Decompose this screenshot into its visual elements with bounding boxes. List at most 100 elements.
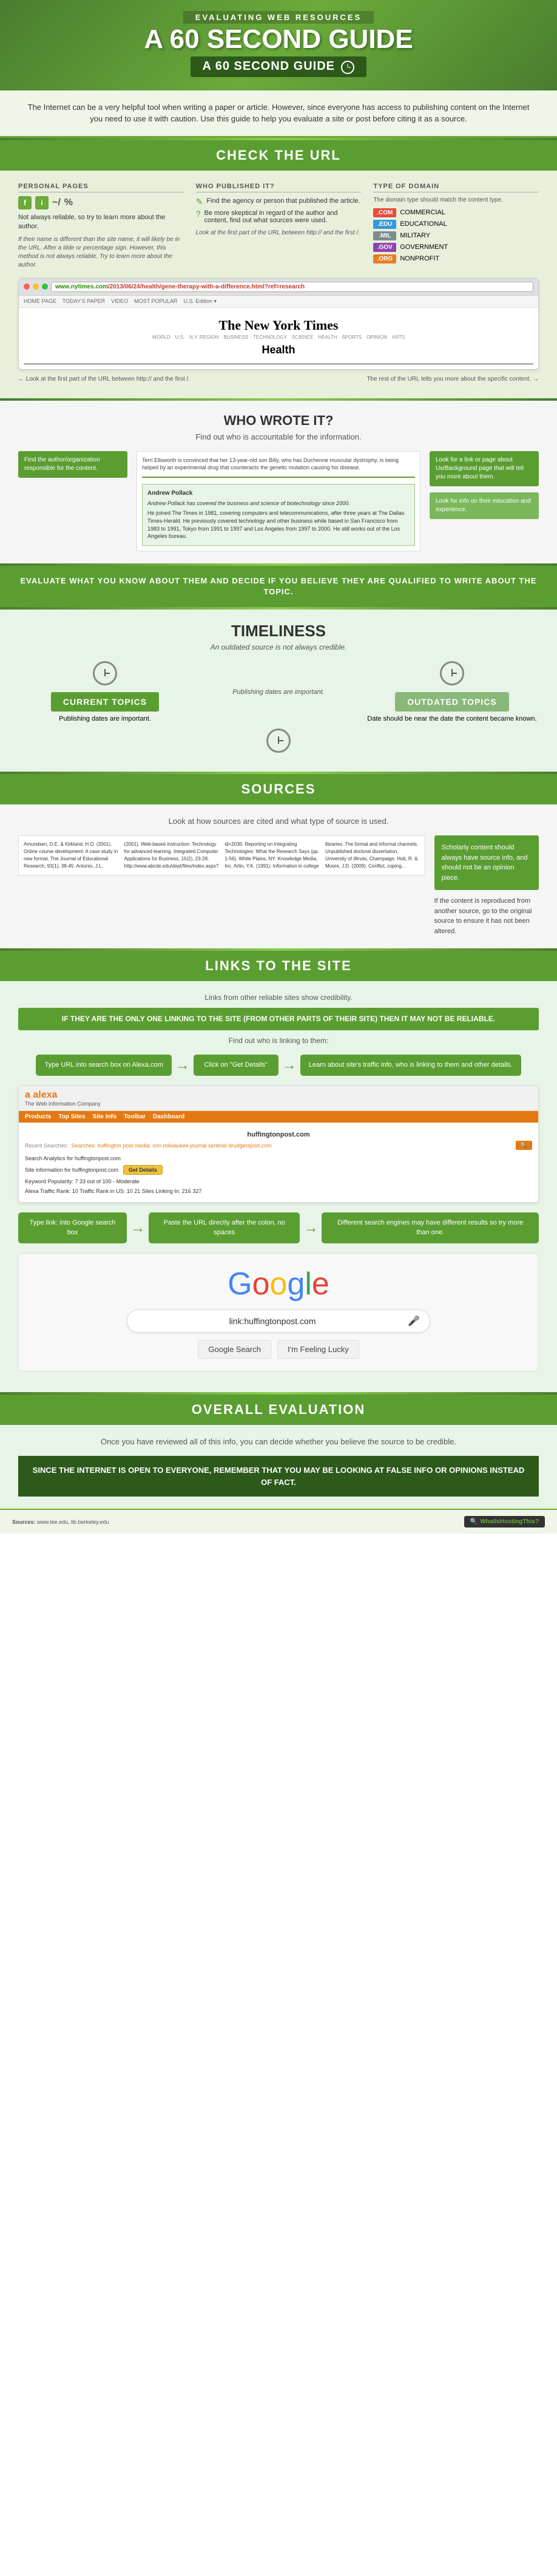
current-topics-note: Publishing dates are important. <box>18 715 192 722</box>
nyt-section: Health <box>29 341 528 359</box>
timeliness-grid: CURRENT TOPICS Publishing dates are impo… <box>18 661 539 722</box>
alexa-search-btn[interactable]: 🔍 <box>516 1141 532 1150</box>
facebook-icon: f <box>18 196 32 209</box>
header-top-label: Evaluating Web Resources <box>183 11 374 24</box>
article-divider <box>142 477 415 478</box>
sources-header: SOURCES <box>0 774 557 804</box>
google-flow: Type link: into Google search box → Past… <box>18 1212 539 1243</box>
header-subtitle-bar: A 60 SECOND GUIDE <box>191 56 367 77</box>
recent-searches-label: Recent Searches: <box>25 1143 69 1149</box>
alexa-traffic-text: Alexa Traffic Rank: 10 Traffic Rank in U… <box>25 1188 201 1194</box>
ref-col-1: Amundsen, D.E. & Kirkland, H.O. (2001). … <box>24 841 420 870</box>
sources-right: Scholarly content should always have sou… <box>434 835 539 936</box>
google-input-row: link:huffingtonpost.com 🎤 <box>127 1310 430 1333</box>
nyt-meta-arts: ARTS <box>392 335 405 340</box>
flow-arrow-3: → <box>130 1220 145 1237</box>
who-pub-item-2: ? Be more skeptical in regard of the aut… <box>196 209 362 224</box>
alexa-flow: Type URL into search box on Alexa.com → … <box>18 1055 539 1076</box>
url-red-part: /2013/06/24/health/gene-therapy-with-a-d… <box>108 284 305 290</box>
check-url-title: CHECK THE URL <box>12 148 545 163</box>
alexa-flow-step-1: Type URL into search box on Alexa.com <box>36 1055 171 1076</box>
overall-warning: SINCE THE INTERNET IS OPEN TO EVERYONE, … <box>18 1456 539 1497</box>
alexa-flow-step-2: Click on "Get Details" <box>194 1055 278 1076</box>
nav-edition: U.S. Edition ▾ <box>183 298 217 305</box>
domain-com: .COM COMMERCIAL <box>373 208 539 217</box>
clock-left <box>93 661 117 685</box>
footer-sources-url: www.lee.edu, lib.berkeley.edu <box>37 1519 109 1525</box>
nyt-header: The New York Times WORLD U.S. N.Y. REGIO… <box>24 313 533 364</box>
header-title: A 60 SECOND GUIDE <box>18 26 539 53</box>
nav-home: HOME PAGE <box>24 298 56 305</box>
nyt-meta-us: U.S. <box>175 335 185 340</box>
alexa-info-row: Site information for huffingtonpost.com … <box>25 1163 532 1177</box>
browser-btn-close <box>24 284 30 290</box>
alexa-nav-dashboard: Dashboard <box>153 1113 184 1120</box>
bullet-icon-1: ✎ <box>196 197 203 206</box>
alexa-nav-topsites: Top Sites <box>58 1113 85 1120</box>
g-letter-o1: o <box>252 1266 270 1302</box>
domain-label-gov: GOVERNMENT <box>400 243 448 251</box>
outdated-topics-badge: OUTDATED TOPICS <box>395 692 509 712</box>
domain-label-mil: MILITARY <box>400 232 430 239</box>
ref-columns: Amundsen, D.E. & Kirkland, H.O. (2001). … <box>24 841 420 870</box>
who-wrote-left: Find the author/organization responsible… <box>18 451 127 484</box>
domain-tag-com: .COM <box>373 208 396 217</box>
google-feeling-lucky-btn[interactable]: I'm Feeling Lucky <box>277 1340 359 1359</box>
percent-sign: % <box>64 197 73 208</box>
personal-pages-title: PERSONAL PAGES <box>18 183 184 192</box>
who-wrote-section: WHO WROTE IT? Find out who is accountabl… <box>0 401 557 563</box>
browser-content: The New York Times WORLD U.S. N.Y. REGIO… <box>19 308 538 369</box>
who-pub-item-1: ✎ Find the agency or person that publish… <box>196 197 362 206</box>
google-search-btn[interactable]: Google Search <box>198 1340 271 1359</box>
domain-tag-edu: .EDU <box>373 220 396 229</box>
timeliness-title: TIMELINESS <box>18 622 539 641</box>
clock-right <box>440 661 464 685</box>
publishing-dates-note: Publishing dates are important. <box>192 688 365 696</box>
alexa-nav-products: Products <box>25 1113 51 1120</box>
who-wrote-grid: Find the author/organization responsible… <box>18 451 539 551</box>
who-published-items: ✎ Find the agency or person that publish… <box>196 197 362 224</box>
g-letter-g2: g <box>287 1266 305 1302</box>
sources-section: Look at how sources are cited and what t… <box>0 804 557 948</box>
alexa-analytics-text: Search Analytics for huffingtonpost.com <box>25 1155 121 1161</box>
alexa-flow-step-3: Learn about site's traffic info, who is … <box>300 1055 521 1076</box>
alexa-mockup: a alexa The Web Information Company Prod… <box>18 1086 539 1203</box>
g-letter-e: e <box>312 1266 329 1302</box>
nav-video: VIDEO <box>111 298 128 305</box>
links-title: LINKS TO THE SITE <box>12 958 545 974</box>
alexa-nav: Products Top Sites Site Info Toolbar Das… <box>19 1111 538 1123</box>
flow-arrow-2: → <box>282 1057 297 1074</box>
alexa-analytics-row: Search Analytics for huffingtonpost.com <box>25 1154 532 1163</box>
timeliness-left: CURRENT TOPICS Publishing dates are impo… <box>18 661 192 722</box>
sources-grid: Amundsen, D.E. & Kirkland, H.O. (2001). … <box>18 835 539 936</box>
overall-subtitle: Once you have reviewed all of this info,… <box>18 1437 539 1446</box>
evaluate-section: EVALUATE WHAT YOU KNOW ABOUT THEM AND DE… <box>0 566 557 607</box>
google-query-text: link:huffingtonpost.com <box>137 1316 408 1326</box>
url-annotation-row: ← Look at the first part of the URL betw… <box>18 376 539 382</box>
who-pub-text-1: Find the agency or person that published… <box>206 197 360 205</box>
alexa-keyword-text: Keyword Popularity: 7 33 out of 100 - Mo… <box>25 1178 140 1184</box>
timeliness-center: Publishing dates are important. <box>192 688 365 696</box>
sources-callout-2: If the content is reproduced from anothe… <box>434 896 539 936</box>
intro-section: The Internet can be a very helpful tool … <box>0 90 557 138</box>
alexa-content: huffingtonpost.com Recent Searches: Sear… <box>19 1123 538 1202</box>
nyt-meta-health: HEALTH <box>319 335 337 340</box>
check-url-grid: PERSONAL PAGES f i ~/ % Not always relia… <box>18 183 539 270</box>
nyt-meta-tech: TECHNOLOGY <box>253 335 287 340</box>
get-details-btn[interactable]: Get Details <box>123 1165 163 1175</box>
author-name: Andrew Pollack <box>147 489 410 498</box>
alexa-traffic-row: Alexa Traffic Rank: 10 Traffic Rank in U… <box>25 1186 532 1196</box>
alexa-searches: Searches: huffington post media: cnn mil… <box>72 1143 272 1149</box>
url-annotation-right: The rest of the URL tells you more about… <box>366 376 539 382</box>
who-wrote-bottom-callout: Look for info on their education and exp… <box>430 492 539 519</box>
sources-left: Amundsen, D.E. & Kirkland, H.O. (2001). … <box>18 835 425 936</box>
outdated-topics-note: Date should be near the date the content… <box>365 715 539 722</box>
who-wrote-subtitle: Find out who is accountable for the info… <box>18 432 539 441</box>
nyt-meta-sports: SPORTS <box>342 335 362 340</box>
nyt-name: The New York Times <box>29 318 528 333</box>
flow-arrow-4: → <box>303 1220 318 1237</box>
personal-pages-col: PERSONAL PAGES f i ~/ % Not always relia… <box>18 183 184 270</box>
tilde-sign: ~/ <box>52 197 61 208</box>
article-mock: Terri Ellsworth is convinced that her 13… <box>137 451 420 551</box>
domain-gov: .GOV GOVERNMENT <box>373 243 539 252</box>
